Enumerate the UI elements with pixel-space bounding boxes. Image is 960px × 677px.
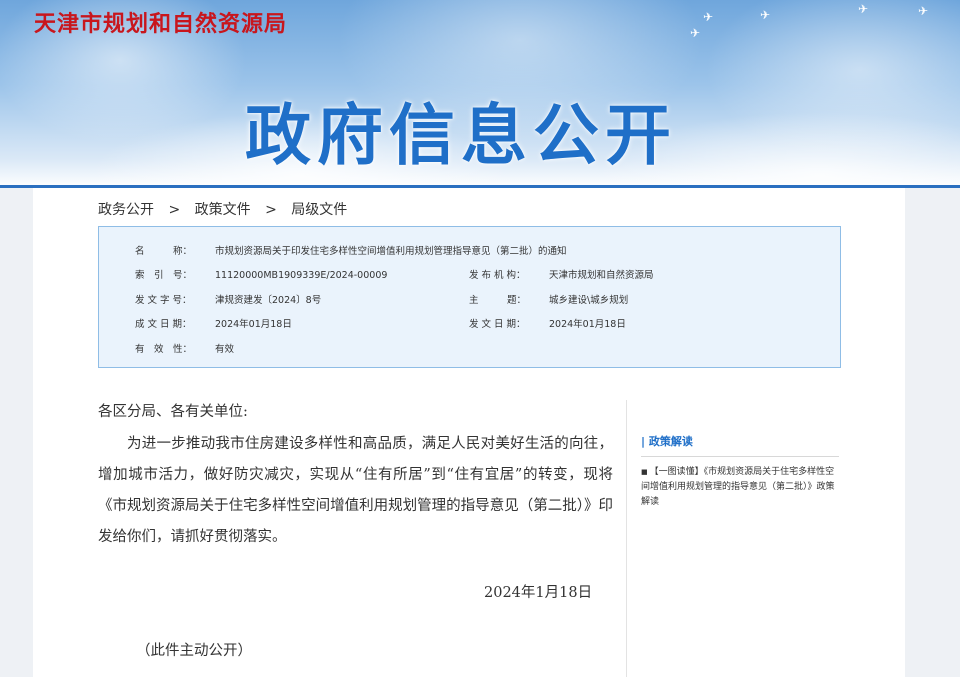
bird-icon: ✈	[858, 2, 869, 16]
bird-icon: ✈	[690, 26, 701, 40]
breadcrumb-separator: >	[265, 202, 277, 218]
meta-label: 主 题：	[469, 295, 527, 306]
document-metadata-box: 名 称： 市规划资源局关于印发住宅多样性空间增值利用规划管理指导意见（第二批）的通…	[98, 226, 841, 368]
sidebar-title-underline	[641, 456, 839, 457]
breadcrumb-item-bureau-docs[interactable]: 局级文件	[291, 202, 347, 218]
meta-value-written-date: 2024年01月18日	[215, 319, 292, 330]
public-disclosure-note: （此件主动公开）	[136, 643, 252, 659]
meta-row-name: 名 称： 市规划资源局关于印发住宅多样性空间增值利用规划管理指导意见（第二批）的通…	[135, 243, 567, 257]
meta-value-docno: 津规资建发〔2024〕8号	[215, 295, 322, 306]
meta-label: 发 文 字 号：	[135, 295, 192, 306]
site-name[interactable]: 天津市规划和自然资源局	[34, 6, 287, 38]
meta-value-issuer: 天津市规划和自然资源局	[549, 270, 654, 281]
bird-icon: ✈	[918, 4, 929, 18]
meta-row-issuer: 发 布 机 构： 天津市规划和自然资源局	[469, 267, 654, 281]
sidebar-title: | 政策解读	[641, 435, 693, 448]
bird-icon: ✈	[760, 8, 771, 22]
sidebar-divider	[626, 400, 627, 677]
breadcrumb-separator: >	[168, 202, 181, 218]
meta-value-issued-date: 2024年01月18日	[549, 319, 626, 330]
meta-row-subject: 主 题： 城乡建设\城乡规划	[469, 292, 628, 306]
bullet-icon: ■	[641, 468, 648, 476]
meta-row-written-date: 成 文 日 期： 2024年01月18日	[135, 316, 292, 330]
meta-value-index: 11120000MB1909339E/2024-00009	[215, 270, 388, 281]
meta-row-docno: 发 文 字 号： 津规资建发〔2024〕8号	[135, 292, 321, 306]
meta-value-subject: 城乡建设\城乡规划	[549, 295, 629, 306]
breadcrumb-item-policy-docs[interactable]: 政策文件	[195, 202, 251, 218]
meta-row-validity: 有 效 性： 有效	[135, 341, 234, 355]
meta-label: 有 效 性：	[135, 344, 193, 355]
meta-label: 索 引 号：	[135, 270, 193, 281]
meta-value-validity: 有效	[215, 344, 235, 355]
banner-title: 政府信息公开	[245, 97, 677, 174]
sidebar-item-label: 【一图读懂】《市规划资源局关于住宅多样性空间增值利用规划管理的指导意见（第二批）…	[641, 467, 835, 507]
meta-value-name: 市规划资源局关于印发住宅多样性空间增值利用规划管理指导意见（第二批）的通知	[215, 246, 567, 257]
breadcrumb: 政务公开 > 政策文件 > 局级文件	[98, 199, 357, 219]
meta-row-issued-date: 发 文 日 期： 2024年01月18日	[469, 316, 626, 330]
document-body: 为进一步推动我市住房建设多样性和高品质，满足人民对美好生活的向往，增加城市活力，…	[98, 436, 613, 545]
meta-label: 名 称：	[135, 246, 193, 257]
header-banner: 天津市规划和自然资源局 政府信息公开 ✈ ✈ ✈ ✈ ✈	[0, 0, 960, 188]
meta-label: 发 文 日 期：	[469, 319, 526, 330]
document-greeting: 各区分局、各有关单位:	[98, 404, 248, 420]
breadcrumb-item-gov-affairs[interactable]: 政务公开	[98, 202, 154, 218]
meta-row-index: 索 引 号： 11120000MB1909339E/2024-00009	[135, 267, 387, 281]
meta-label: 发 布 机 构：	[469, 270, 526, 281]
meta-label: 成 文 日 期：	[135, 319, 192, 330]
sidebar-policy-interpretation-link[interactable]: ■ 【一图读懂】《市规划资源局关于住宅多样性空间增值利用规划管理的指导意见（第二批…	[641, 465, 841, 510]
bird-icon: ✈	[703, 10, 714, 24]
document-date: 2024年1月18日	[484, 585, 593, 601]
